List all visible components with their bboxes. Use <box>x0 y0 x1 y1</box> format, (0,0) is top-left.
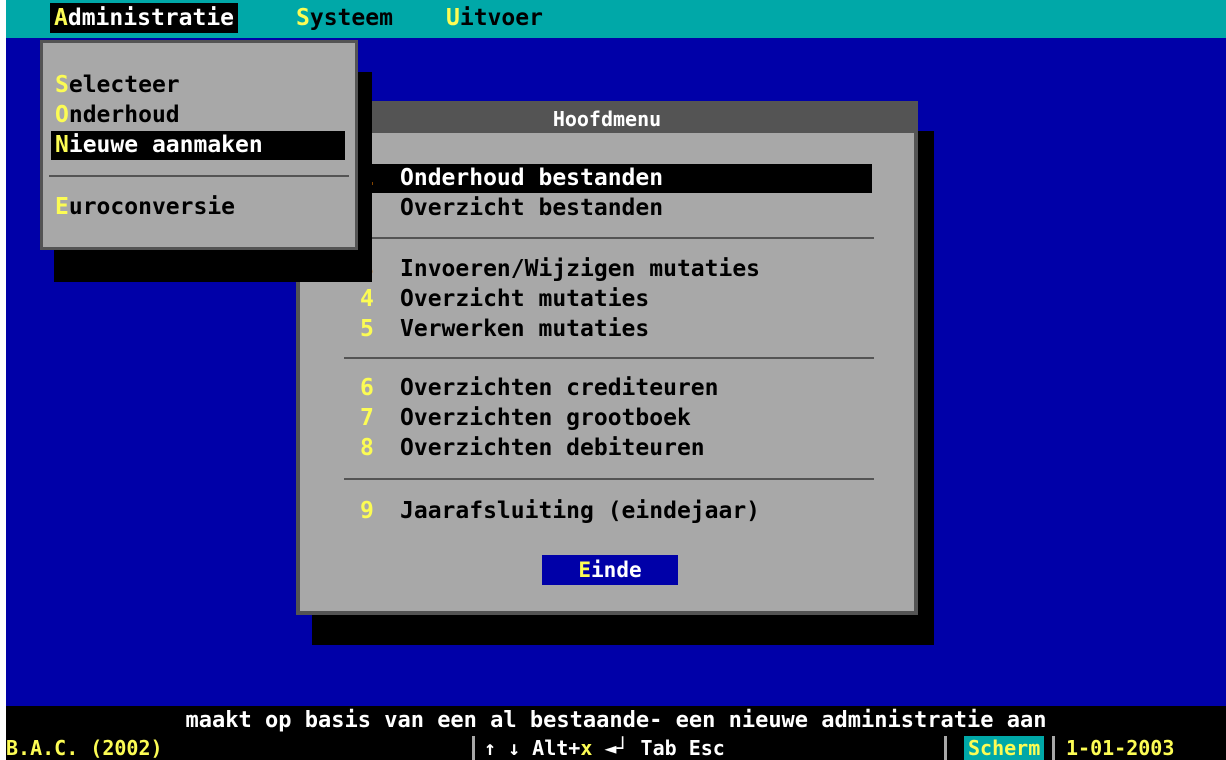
menu-item-label: Overzichten debiteuren <box>400 435 705 461</box>
menu-item-label: Verwerken mutaties <box>400 316 650 342</box>
hint-line: maakt op basis van een al bestaande- een… <box>6 706 1226 736</box>
administratie-dropdown: Selecteer Onderhoud Nieuwe aanmaken Euro… <box>40 40 358 250</box>
status-divider <box>1052 736 1055 760</box>
tab-esc-hint: Tab Esc <box>628 736 725 760</box>
status-divider <box>472 736 475 760</box>
menu-uitvoer-hotkey: U <box>446 5 460 31</box>
dropdown-item-label: ieuwe aanmaken <box>68 132 263 158</box>
menu-systeem-hotkey: S <box>296 5 310 31</box>
menu-item-6[interactable]: 6 Overzichten crediteuren <box>344 374 872 403</box>
alt-x-key: x <box>580 736 593 760</box>
dropdown-item-label: uroconversie <box>68 194 236 220</box>
status-bar: B.A.C. (2002) ↑ ↓ Alt+x ◄┘ Tab Esc Scher… <box>6 736 1226 760</box>
separator <box>344 237 874 239</box>
menu-item-1[interactable]: 1Onderhoud bestanden <box>344 164 872 193</box>
einde-hotkey: E <box>578 558 592 582</box>
dropdown-item-euroconversie[interactable]: Euroconversie <box>51 193 345 222</box>
separator <box>344 357 874 359</box>
menu-item-label: Overzichten crediteuren <box>400 375 719 401</box>
menu-systeem[interactable]: Systeem <box>292 3 397 33</box>
menu-item-label: Overzicht mutaties <box>400 286 650 312</box>
program-name: B.A.C. (2002) <box>6 736 163 760</box>
dropdown-item-hotkey: N <box>55 132 69 158</box>
menu-item-label: Jaarafsluiting (eindejaar) <box>400 498 761 524</box>
dropdown-item-nieuwe-aanmaken[interactable]: Nieuwe aanmaken <box>51 131 345 160</box>
menu-item-4[interactable]: 4 Overzicht mutaties <box>344 285 872 314</box>
menu-uitvoer-label: itvoer <box>459 5 543 31</box>
menu-item-label: Overzicht bestanden <box>400 195 664 221</box>
menu-item-3[interactable]: 3Invoeren/Wijzigen mutaties <box>344 255 872 284</box>
dropdown-item-selecteer[interactable]: Selecteer <box>51 71 345 100</box>
menu-item-number: 9 <box>360 498 374 524</box>
scherm-indicator[interactable]: Scherm <box>964 736 1044 760</box>
menu-item-9[interactable]: 9 Jaarafsluiting (eindejaar) <box>344 497 872 526</box>
dropdown-item-onderhoud[interactable]: Onderhoud <box>51 101 345 130</box>
menu-item-2[interactable]: 2Overzicht bestanden <box>344 194 872 223</box>
menu-uitvoer[interactable]: Uitvoer <box>442 3 547 33</box>
dos-screen: Administratie Systeem Uitvoer Hoofdmenu … <box>6 0 1226 760</box>
dropdown-item-hotkey: O <box>55 102 69 128</box>
menu-item-label: Onderhoud bestanden <box>400 165 664 191</box>
menu-item-number: 5 <box>360 316 374 342</box>
einde-label: inde <box>591 558 642 582</box>
menu-item-8[interactable]: 8 Overzichten debiteuren <box>344 434 872 463</box>
menu-item-number: 6 <box>360 375 374 401</box>
dropdown-item-label: electeer <box>68 72 180 98</box>
menu-item-number: 4 <box>360 286 374 312</box>
status-divider <box>944 736 947 760</box>
dropdown-separator <box>49 175 349 177</box>
menu-bar: Administratie Systeem Uitvoer <box>6 0 1226 38</box>
dialog-title: Hoofdmenu <box>300 105 914 133</box>
menu-item-number: 8 <box>360 435 374 461</box>
menu-item-7[interactable]: 7 Overzichten grootboek <box>344 404 872 433</box>
menu-item-5[interactable]: 5 Verwerken mutaties <box>344 315 872 344</box>
menu-item-number: 7 <box>360 405 374 431</box>
main-menu-dialog: Hoofdmenu 1Onderhoud bestanden 2Overzich… <box>296 101 918 615</box>
dropdown-item-hotkey: E <box>55 194 69 220</box>
separator <box>344 478 874 480</box>
menu-administratie-hotkey: A <box>54 5 68 31</box>
dropdown-item-hotkey: S <box>55 72 69 98</box>
menu-administratie[interactable]: Administratie <box>50 3 239 33</box>
status-date: 1-01-2003 <box>1066 736 1175 760</box>
enter-key-icon: ◄┘ <box>604 736 629 760</box>
arrow-keys-hint: ↑ ↓ Alt+ <box>484 736 581 760</box>
menu-administratie-label: dministratie <box>67 5 235 31</box>
menu-systeem-label: ysteem <box>309 5 393 31</box>
menu-item-label: Overzichten grootboek <box>400 405 691 431</box>
einde-button[interactable]: Einde <box>542 555 678 585</box>
key-hints: ↑ ↓ Alt+x ◄┘ Tab Esc <box>484 736 725 760</box>
dropdown-item-label: nderhoud <box>68 102 180 128</box>
menu-item-label: Invoeren/Wijzigen mutaties <box>400 256 761 282</box>
